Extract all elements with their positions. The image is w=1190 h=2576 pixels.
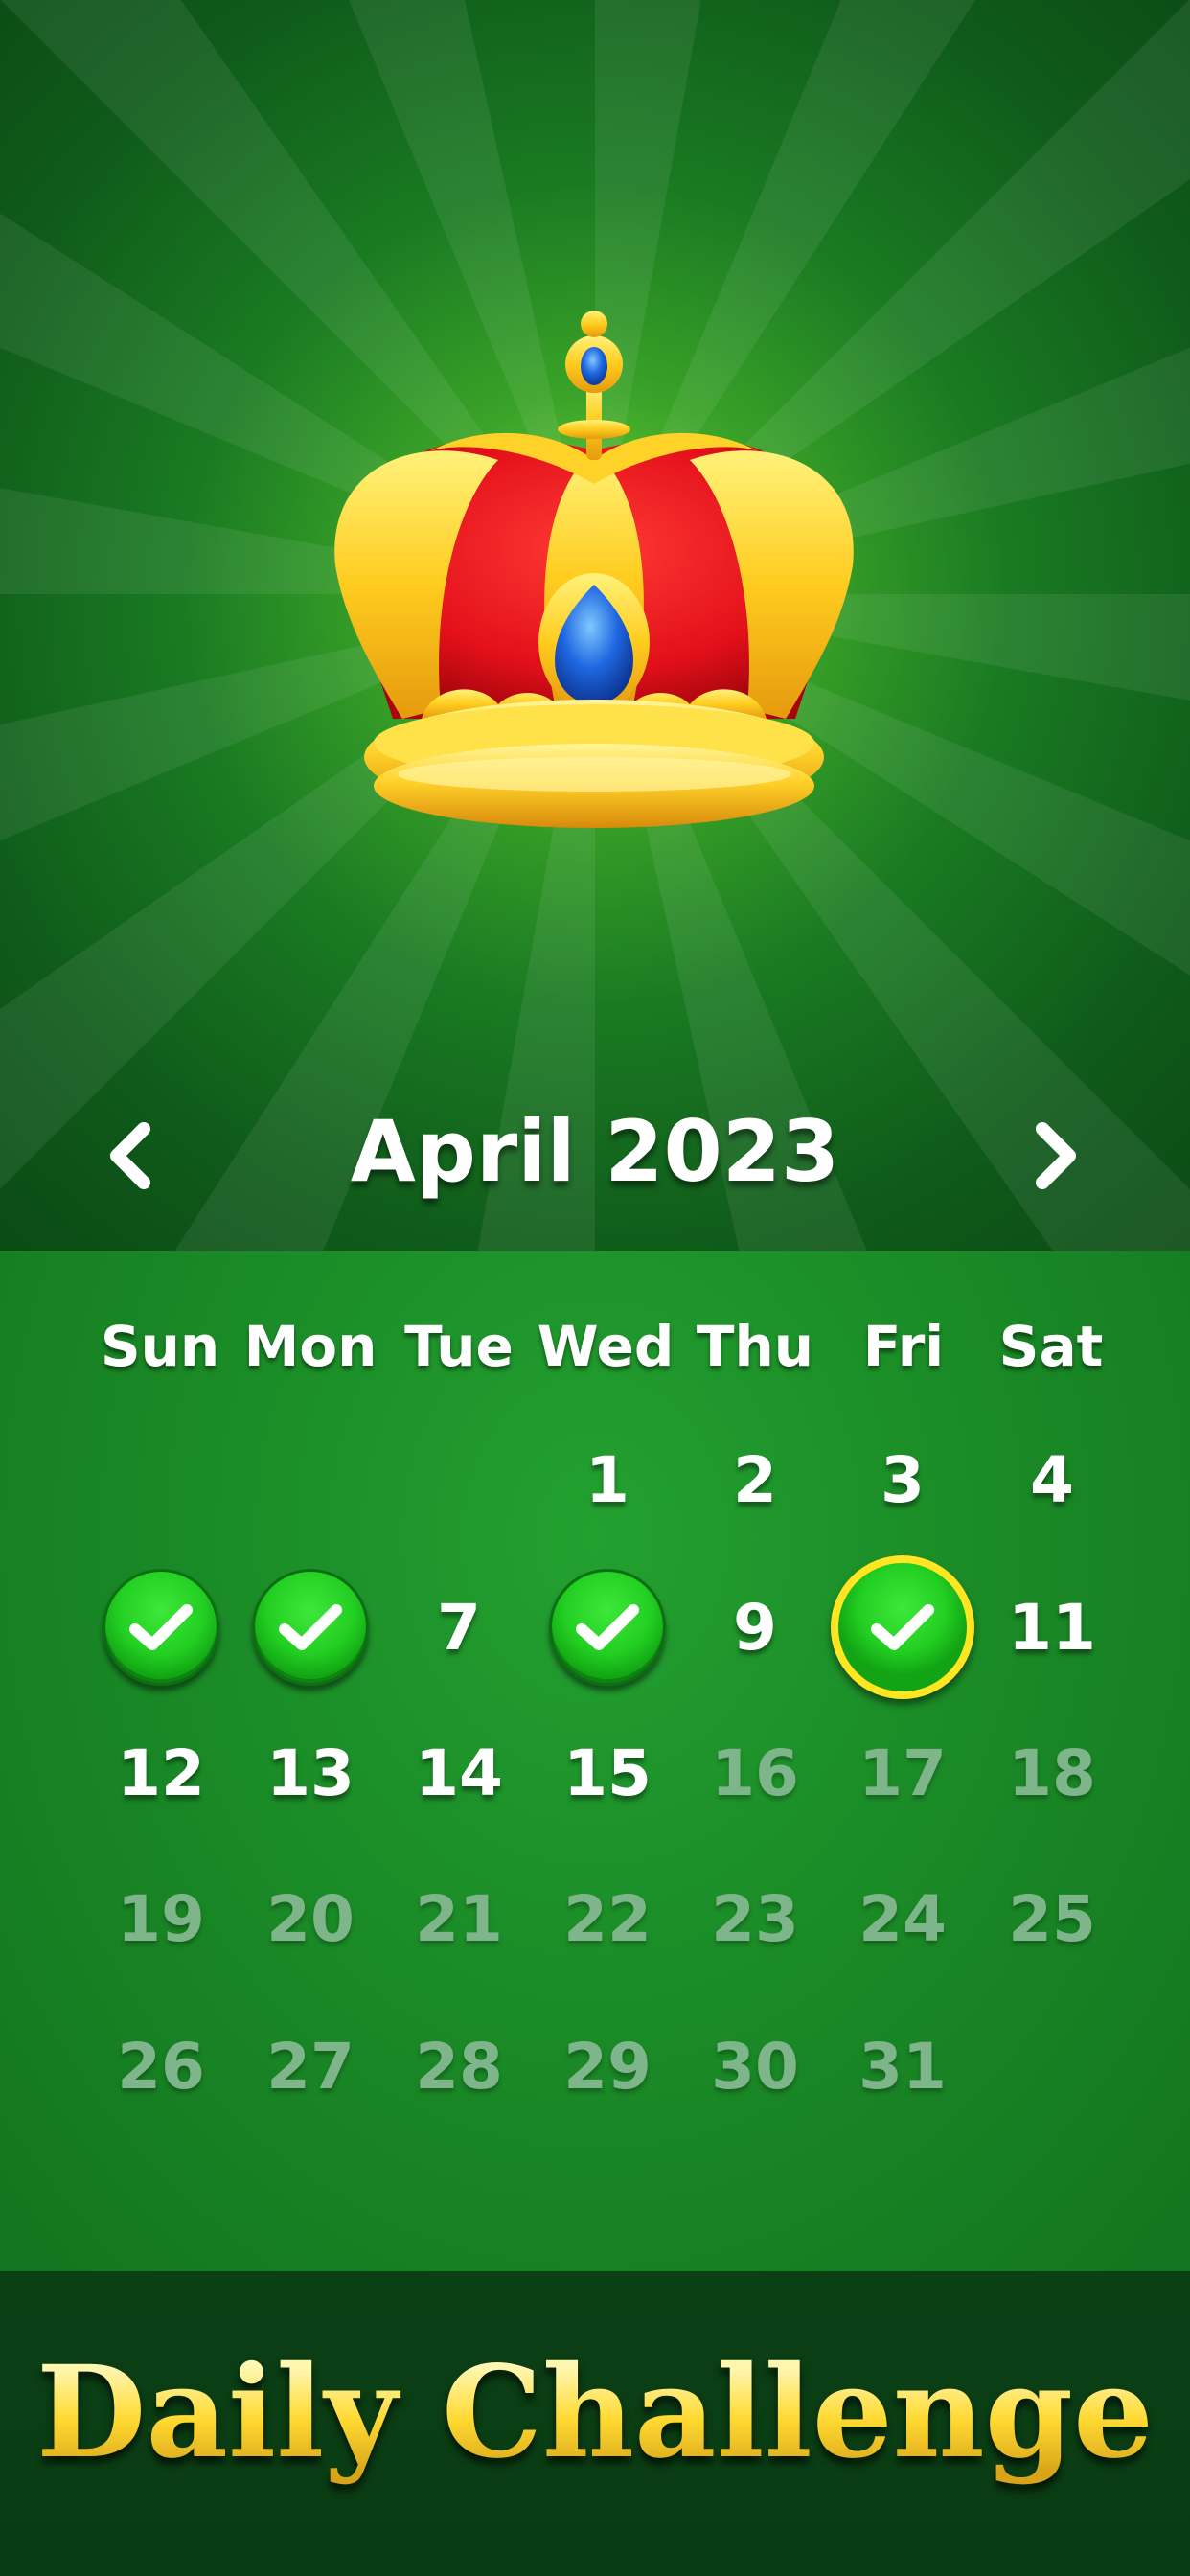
- day-cell[interactable]: 14: [387, 1706, 531, 1840]
- day-number: 24: [858, 1881, 947, 1956]
- day-number: 12: [117, 1736, 205, 1810]
- day-number: 15: [563, 1736, 652, 1810]
- day-number: 18: [1008, 1736, 1096, 1810]
- crown-icon: [334, 310, 854, 828]
- day-number: 28: [415, 2029, 503, 2104]
- day-number: 19: [117, 1881, 205, 1956]
- day-number: 29: [563, 2029, 652, 2104]
- day-number: 11: [1008, 1590, 1096, 1665]
- day-number: 31: [858, 2029, 947, 2104]
- completed-badge: [831, 1555, 974, 1699]
- weekday-header: Sun Mon Tue Wed Thu Fri Sat: [0, 1308, 1190, 1385]
- day-cell-locked[interactable]: 24: [831, 1852, 974, 1986]
- day-cell-locked[interactable]: 29: [536, 1999, 679, 2133]
- checkmark-icon: [279, 1604, 342, 1650]
- day-cell-locked[interactable]: 31: [831, 1999, 974, 2133]
- day-cell-today-completed[interactable]: [831, 1555, 974, 1699]
- day-cell-locked[interactable]: 21: [387, 1852, 531, 1986]
- day-number: 7: [437, 1590, 481, 1665]
- weekday-label: Thu: [696, 1314, 814, 1379]
- day-number: 1: [585, 1442, 629, 1517]
- day-cell[interactable]: 12: [89, 1706, 233, 1840]
- day-cell-completed[interactable]: [89, 1560, 233, 1694]
- day-cell-completed[interactable]: [239, 1560, 382, 1694]
- month-title: April 2023: [350, 1102, 840, 1201]
- day-number: 13: [266, 1736, 355, 1810]
- day-cell[interactable]: 3: [831, 1413, 974, 1547]
- weekday-label: Wed: [537, 1314, 675, 1379]
- day-cell-completed[interactable]: [536, 1560, 679, 1694]
- completed-badge: [252, 1569, 369, 1686]
- hero-background: [0, 0, 1190, 1251]
- day-number: 20: [266, 1881, 355, 1956]
- day-cell[interactable]: 15: [536, 1706, 679, 1840]
- day-cell[interactable]: 11: [980, 1560, 1124, 1694]
- day-cell-locked[interactable]: 19: [89, 1852, 233, 1986]
- day-number: 16: [711, 1736, 799, 1810]
- chevron-right-icon: [1036, 1122, 1076, 1189]
- completed-badge: [103, 1569, 219, 1686]
- page-title: Daily Challenge: [0, 2338, 1190, 2487]
- next-month-button[interactable]: [1021, 1121, 1090, 1190]
- day-number: 22: [563, 1881, 652, 1956]
- day-cell-locked[interactable]: 23: [683, 1852, 827, 1986]
- day-number: 21: [415, 1881, 503, 1956]
- day-cell-locked[interactable]: 26: [89, 1999, 233, 2133]
- day-cell-locked[interactable]: 30: [683, 1999, 827, 2133]
- day-cell-locked[interactable]: 20: [239, 1852, 382, 1986]
- day-number: 26: [117, 2029, 205, 2104]
- day-number: 23: [711, 1881, 799, 1956]
- day-cell-locked[interactable]: 22: [536, 1852, 679, 1986]
- day-cell-locked[interactable]: 18: [980, 1706, 1124, 1840]
- day-cell-locked[interactable]: 28: [387, 1999, 531, 2133]
- day-cell-locked[interactable]: 27: [239, 1999, 382, 2133]
- day-number: 3: [881, 1442, 925, 1517]
- day-cell-locked[interactable]: 17: [831, 1706, 974, 1840]
- day-cell-locked[interactable]: 25: [980, 1852, 1124, 1986]
- weekday-label: Sat: [998, 1314, 1104, 1379]
- weekday-label: Sun: [100, 1314, 220, 1379]
- day-cell-locked[interactable]: 16: [683, 1706, 827, 1840]
- weekday-label: Mon: [243, 1314, 378, 1379]
- day-cell[interactable]: 7: [387, 1560, 531, 1694]
- day-number: 9: [733, 1590, 777, 1665]
- day-cell[interactable]: 1: [536, 1413, 679, 1547]
- completed-badge: [549, 1569, 666, 1686]
- day-number: 30: [711, 2029, 799, 2104]
- day-cell[interactable]: 2: [683, 1413, 827, 1547]
- day-number: 27: [266, 2029, 355, 2104]
- checkmark-icon: [871, 1604, 934, 1650]
- weekday-label: Tue: [404, 1314, 514, 1379]
- day-cell[interactable]: 13: [239, 1706, 382, 1840]
- checkmark-icon: [576, 1604, 639, 1650]
- day-cell[interactable]: 4: [980, 1413, 1124, 1547]
- day-cell[interactable]: 9: [683, 1560, 827, 1694]
- weekday-label: Fri: [862, 1314, 945, 1379]
- day-number: 4: [1030, 1442, 1074, 1517]
- day-number: 17: [858, 1736, 947, 1810]
- day-number: 14: [415, 1736, 503, 1810]
- day-number: 25: [1008, 1881, 1096, 1956]
- checkmark-icon: [129, 1604, 193, 1650]
- day-number: 2: [733, 1442, 777, 1517]
